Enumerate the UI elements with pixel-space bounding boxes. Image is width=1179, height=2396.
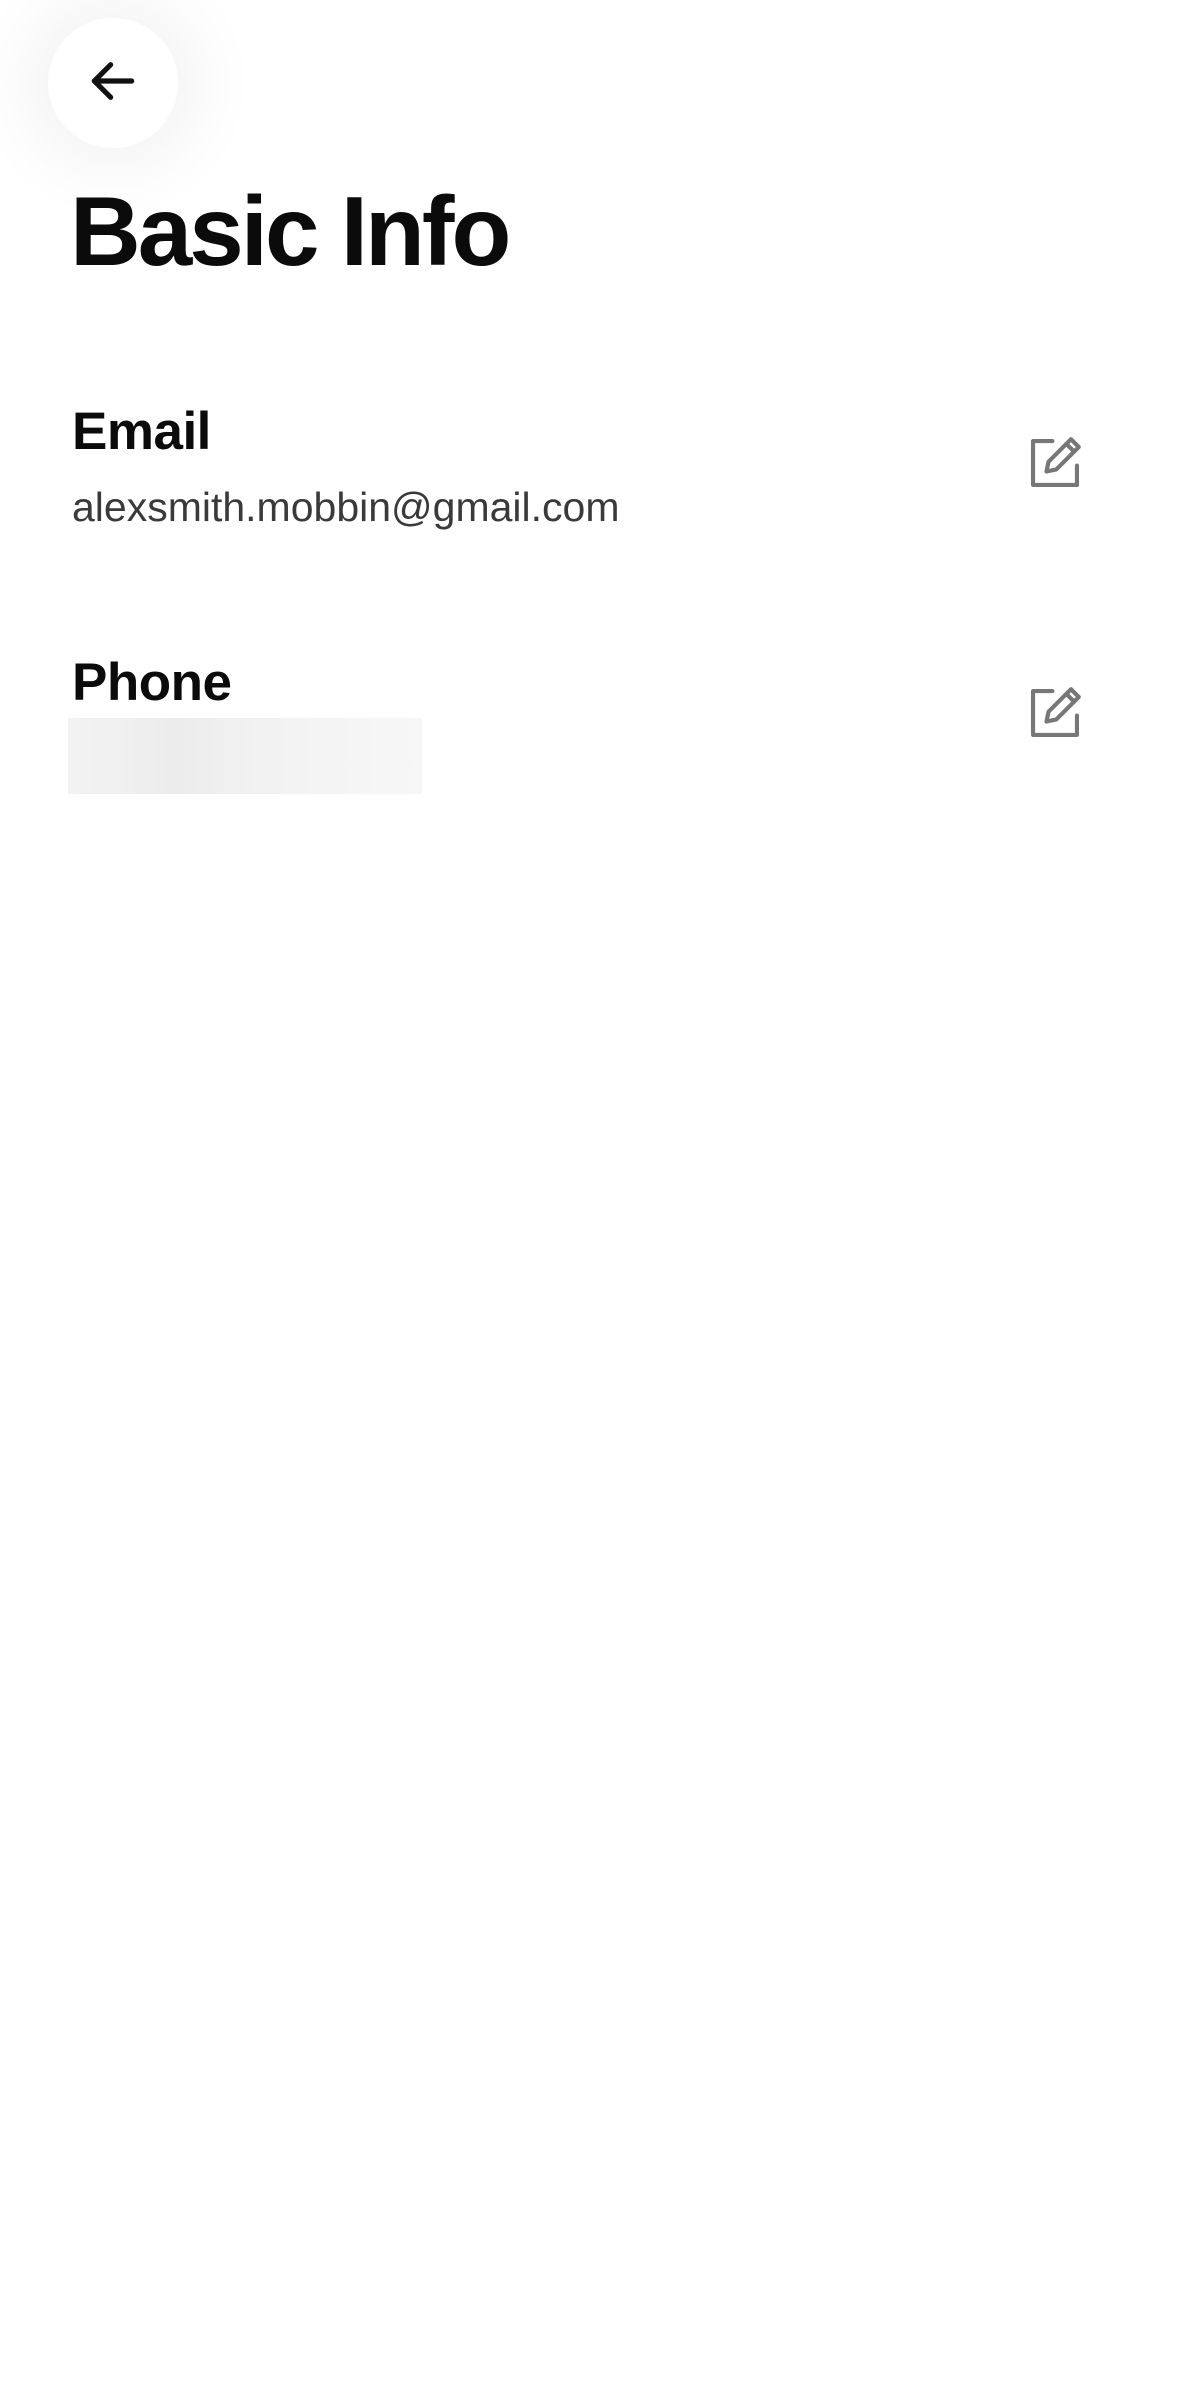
email-label: Email xyxy=(72,402,211,461)
page-title: Basic Info xyxy=(70,176,511,286)
back-button[interactable] xyxy=(48,18,178,148)
phone-value-redacted xyxy=(68,718,422,794)
edit-email-button[interactable] xyxy=(1024,434,1086,496)
edit-icon xyxy=(1024,682,1086,749)
phone-label: Phone xyxy=(72,653,232,712)
email-value: alexsmith.mobbin@gmail.com xyxy=(72,484,620,530)
edit-phone-button[interactable] xyxy=(1024,684,1086,746)
edit-icon xyxy=(1024,432,1086,499)
arrow-left-icon xyxy=(85,53,141,114)
